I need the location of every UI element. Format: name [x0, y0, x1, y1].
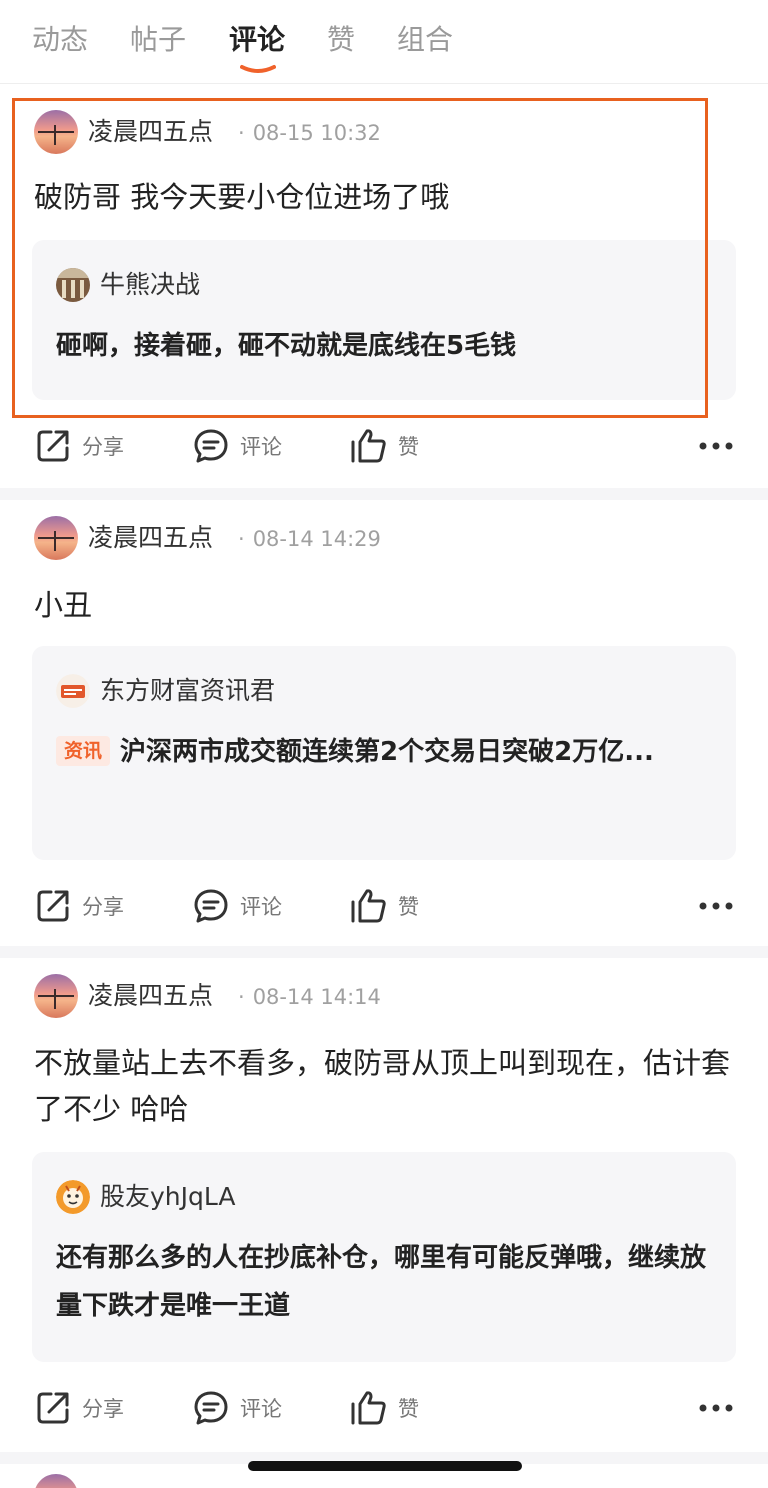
share-icon	[37, 430, 69, 462]
quoted-author: 东方财富资讯君	[100, 676, 276, 705]
comment-button[interactable]: 评论	[192, 1378, 282, 1438]
quoted-post[interactable]: 股友yhJqLA 还有那么多的人在抄底补仓，哪里有可能反弹哦，继续放量下跌才是唯…	[32, 1152, 736, 1362]
divider	[0, 946, 768, 958]
tab-posts[interactable]: 帖子	[130, 20, 186, 60]
user-avatar[interactable]	[34, 974, 78, 1018]
share-button[interactable]: 分享	[34, 416, 124, 476]
more-button[interactable]	[698, 876, 734, 936]
thumbs-up-icon	[351, 889, 386, 923]
comment-icon	[194, 1391, 228, 1425]
news-avatar-icon	[56, 674, 90, 708]
tab-likes[interactable]: 赞	[327, 20, 355, 60]
action-bar: 分享 评论 赞	[0, 1378, 768, 1438]
comment-button[interactable]: 评论	[192, 876, 282, 936]
like-button[interactable]: 赞	[350, 416, 419, 476]
post-time: · 08-14 14:14	[238, 985, 381, 1009]
user-avatar[interactable]	[34, 1474, 78, 1488]
share-label: 分享	[82, 1397, 124, 1421]
more-button[interactable]	[698, 416, 734, 476]
thumbs-up-icon	[351, 1391, 386, 1425]
more-icon	[699, 902, 733, 910]
comment-text: 小丑	[34, 588, 93, 622]
sunset-avatar-icon	[34, 974, 78, 1018]
thumbs-up-icon	[351, 429, 386, 463]
more-button[interactable]	[698, 1378, 734, 1438]
comment-label: 评论	[240, 1397, 282, 1421]
comment-icon	[194, 429, 228, 463]
sunset-avatar-icon	[34, 516, 78, 560]
like-label: 赞	[398, 1397, 419, 1421]
share-button[interactable]: 分享	[34, 876, 124, 936]
tab-portfolios[interactable]: 组合	[397, 20, 453, 60]
share-icon	[37, 1392, 69, 1424]
comment-label: 评论	[240, 895, 282, 919]
quoted-text: 资讯 沪深两市成交额连续第2个交易日突破2万亿...	[56, 728, 712, 776]
news-badge: 资讯	[56, 736, 111, 766]
active-tab-indicator	[240, 65, 276, 73]
action-bar: 分享 评论 赞	[0, 876, 768, 936]
sunset-avatar-icon	[34, 1474, 78, 1488]
comment-card: 凌晨四五点 · 08-14 14:29 小丑 东方财富资讯君 资讯 沪深两市成交额连…	[0, 500, 768, 948]
comment-text: 不放量站上去不看多，破防哥从顶上叫到现在，估计套了不少 哈哈	[34, 1046, 731, 1126]
username[interactable]: 凌晨四五点	[88, 520, 213, 556]
like-button[interactable]: 赞	[350, 1378, 419, 1438]
quoted-author: 股友yhJqLA	[100, 1182, 236, 1211]
share-label: 分享	[82, 895, 124, 919]
like-button[interactable]: 赞	[350, 876, 419, 936]
tab-bar: 动态 帖子 评论 赞 组合	[0, 0, 768, 84]
tab-comments[interactable]: 评论	[229, 20, 285, 60]
like-label: 赞	[398, 435, 419, 459]
share-icon	[37, 890, 69, 922]
comment-button[interactable]: 评论	[192, 416, 282, 476]
comment-card: 凌晨四五点 · 08-14 14:14 不放量站上去不看多，破防哥从顶上叫到现在，…	[0, 958, 768, 1450]
comment-label: 评论	[240, 435, 282, 459]
action-bar: 分享 评论 赞	[0, 416, 768, 476]
quoted-text: 还有那么多的人在抄底补仓，哪里有可能反弹哦，继续放量下跌才是唯一王道	[56, 1243, 707, 1321]
divider	[0, 488, 768, 500]
comment-icon	[194, 889, 228, 923]
post-time: · 08-14 14:29	[238, 527, 381, 551]
more-icon	[699, 1404, 733, 1412]
user-avatar[interactable]	[34, 516, 78, 560]
tab-dynamics[interactable]: 动态	[32, 20, 88, 60]
tiger-avatar-icon	[56, 1180, 90, 1214]
share-button[interactable]: 分享	[34, 1378, 124, 1438]
home-indicator[interactable]	[248, 1461, 522, 1471]
highlight-box	[12, 98, 708, 418]
share-label: 分享	[82, 435, 124, 459]
username[interactable]: 凌晨四五点	[88, 978, 213, 1014]
more-icon	[699, 442, 733, 450]
quoted-post[interactable]: 东方财富资讯君 资讯 沪深两市成交额连续第2个交易日突破2万亿...	[32, 646, 736, 860]
like-label: 赞	[398, 895, 419, 919]
